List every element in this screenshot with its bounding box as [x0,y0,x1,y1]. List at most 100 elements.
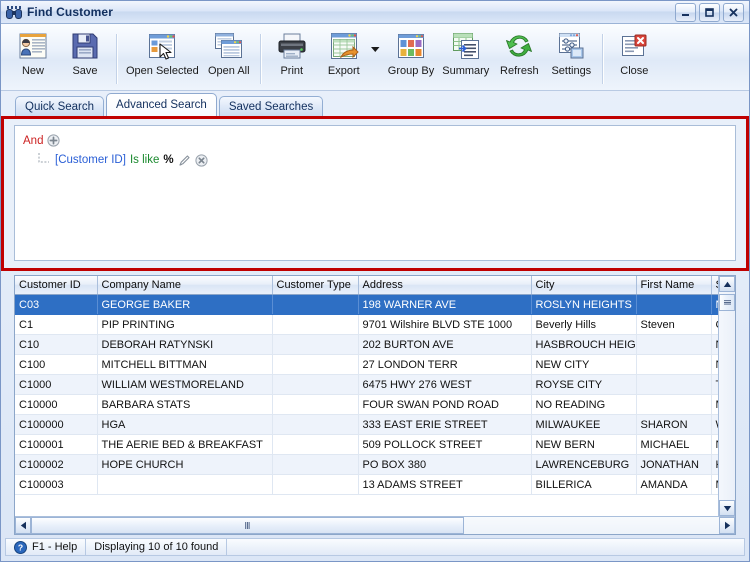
status-record-count-cell: Displaying 10 of 10 found [85,538,228,556]
toolbar-separator [116,34,117,84]
scroll-up-icon[interactable] [719,276,735,292]
table-row[interactable]: C100000 HGA 333 EAST ERIE STREET MILWAUK… [15,414,718,435]
close-toolbar-button-label: Close [620,65,649,77]
tab-quick-search[interactable]: Quick Search [15,96,105,116]
cell-city: NO READING [531,394,637,415]
edit-pencil-icon[interactable] [178,154,191,167]
toolbar-separator [259,34,261,84]
query-builder-panel[interactable]: And [Customer ID] Is like % [14,125,736,261]
tab-quick-search-label: Quick Search [25,100,95,113]
query-condition-operator[interactable]: Is like [130,154,159,166]
cell-state: NC [711,434,718,455]
cell-customer-type [272,394,359,415]
table-row[interactable]: C10000 BARBARA STATS FOUR SWAN POND ROAD… [15,394,718,415]
close-button[interactable] [723,2,744,22]
query-builder-highlight: And [Customer ID] Is like % [1,116,749,271]
query-condition-row[interactable]: [Customer ID] Is like % [23,151,727,169]
find-customer-window: Find Customer New Save Open Selected Ope… [0,0,750,562]
save-button[interactable]: Save [59,28,111,77]
cell-first-name [636,334,712,355]
refresh-button[interactable]: Refresh [493,28,545,77]
cell-customer-type [272,414,359,435]
vertical-scroll-track[interactable] [719,292,735,500]
horizontal-scroll-track[interactable] [31,517,719,534]
query-group-row[interactable]: And [23,132,727,149]
open-selected-button[interactable]: Open Selected [122,28,203,77]
open-all-icon [213,30,245,62]
cell-state: TX [711,374,718,395]
cell-state: KY [711,454,718,475]
toolbar: New Save Open Selected Open All Print Ex… [1,24,749,91]
column-header-customer-id[interactable]: Customer ID [15,276,98,295]
table-row[interactable]: C100001 THE AERIE BED & BREAKFAST 509 PO… [15,434,718,455]
scroll-down-icon[interactable] [719,500,735,516]
cell-state: MA [711,474,718,495]
settings-button[interactable]: Settings [545,28,597,77]
table-row[interactable]: C100003 13 ADAMS STREET BILLERICA AMANDA… [15,474,718,495]
table-row[interactable]: C10 DEBORAH RATYNSKI 202 BURTON AVE HASB… [15,334,718,355]
cell-first-name [636,394,712,415]
cell-first-name [636,294,712,315]
scroll-right-icon[interactable] [719,517,735,534]
column-header-state[interactable]: Sta [711,276,718,295]
grid-columns-area: Customer ID Company Name Customer Type A… [15,276,718,516]
status-help-cell[interactable]: ? F1 - Help [5,538,87,556]
export-dropdown-arrow-icon[interactable] [370,43,382,55]
cell-customer-id: C100001 [15,434,98,455]
export-icon [328,30,360,62]
cell-customer-type [272,454,359,475]
remove-condition-icon[interactable] [194,153,208,167]
cell-address: 198 WARNER AVE [358,294,532,315]
table-row[interactable]: C100 MITCHELL BITTMAN 27 LONDON TERR NEW… [15,354,718,375]
query-group-operator[interactable]: And [23,135,43,147]
cell-address: 509 POLLOCK STREET [358,434,532,455]
status-bar: ? F1 - Help Displaying 10 of 10 found [1,535,749,561]
refresh-icon [503,30,535,62]
cell-address: PO BOX 380 [358,454,532,475]
table-row[interactable]: C1000 WILLIAM WESTMORELAND 6475 HWY 276 … [15,374,718,395]
cell-customer-type [272,314,359,335]
cell-state: CA [711,314,718,335]
settings-icon [555,30,587,62]
scroll-left-icon[interactable] [15,517,31,534]
window-title: Find Customer [27,5,113,19]
cell-address: 202 BURTON AVE [358,334,532,355]
query-condition-field[interactable]: [Customer ID] [55,154,126,166]
table-row[interactable]: C1 PIP PRINTING 9701 Wilshire BLVD STE 1… [15,314,718,335]
column-header-city[interactable]: City [531,276,637,295]
minimize-button[interactable] [675,2,696,22]
cell-city: MILWAUKEE [531,414,637,435]
title-bar: Find Customer [1,1,749,24]
table-row[interactable]: C100002 HOPE CHURCH PO BOX 380 LAWRENCEB… [15,454,718,475]
tab-saved-searches[interactable]: Saved Searches [218,96,324,116]
results-table: Customer ID Company Name Customer Type A… [15,276,718,495]
grid-vertical-scrollbar[interactable] [718,276,735,516]
toolbar-group-actions: Print Export Group By Summary Refresh Se… [266,28,598,84]
open-selected-icon [146,30,178,62]
add-condition-icon[interactable] [47,134,61,147]
cell-customer-id: C10000 [15,394,98,415]
open-all-button[interactable]: Open All [203,28,255,77]
summary-button[interactable]: Summary [438,28,493,77]
results-grid: Customer ID Company Name Customer Type A… [14,275,736,535]
vertical-scroll-thumb[interactable] [719,294,735,311]
export-button-label: Export [327,65,360,77]
export-button[interactable]: Export [318,28,370,77]
horizontal-scroll-thumb[interactable] [31,517,465,534]
maximize-button[interactable] [699,2,720,22]
print-button[interactable]: Print [266,28,318,77]
query-condition-value[interactable]: % [163,154,173,166]
column-header-first-name[interactable]: First Name [636,276,712,295]
column-header-company-name[interactable]: Company Name [97,276,273,295]
new-button[interactable]: New [7,28,59,77]
close-window-icon [618,30,650,62]
table-row[interactable]: C03 GEORGE BAKER 198 WARNER AVE ROSLYN H… [15,294,718,315]
cell-city: LAWRENCEBURG [531,454,637,475]
grid-horizontal-scrollbar[interactable] [15,516,735,534]
group-by-button[interactable]: Group By [384,28,438,77]
column-header-customer-type[interactable]: Customer Type [272,276,359,295]
column-header-address[interactable]: Address [358,276,532,295]
close-toolbar-button[interactable]: Close [608,28,660,77]
tab-advanced-search[interactable]: Advanced Search [106,93,217,116]
cell-first-name: Steven [636,314,712,335]
